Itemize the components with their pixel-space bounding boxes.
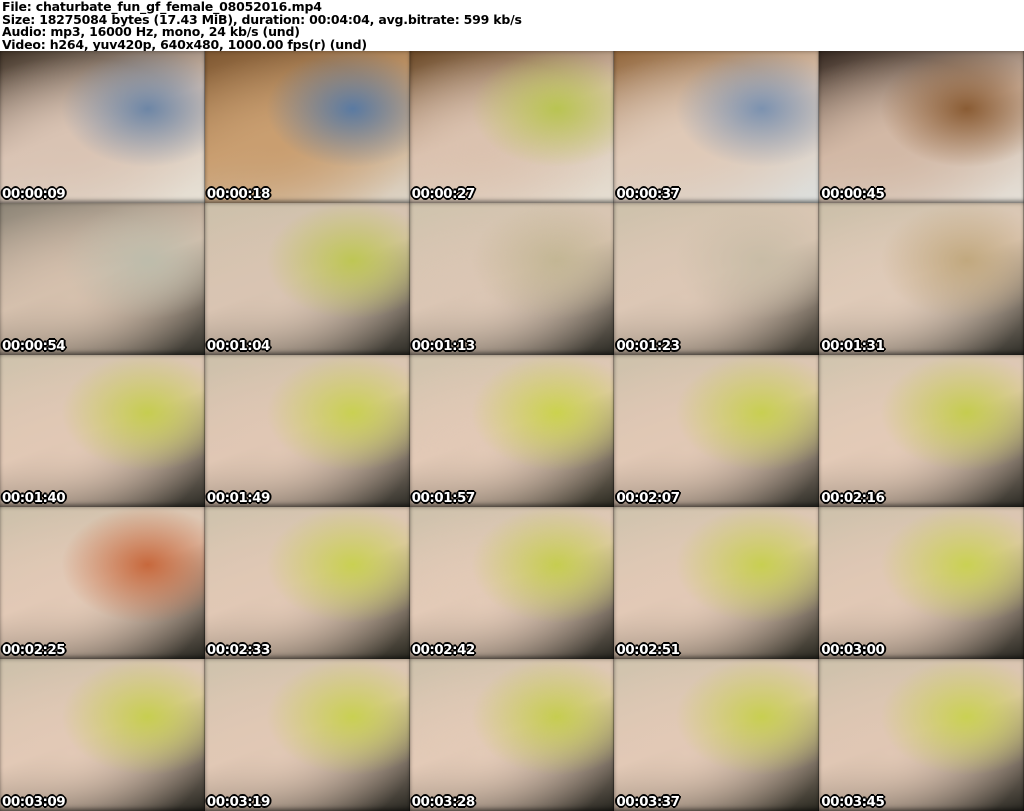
thumbnail-grid: 00:00:09 00:00:18 00:00:27 00:00:37 00:00:45…	[0, 51, 1024, 811]
video-frame-thumbnail: 00:02:42	[409, 507, 615, 659]
video-frame-thumbnail: 00:00:27	[409, 51, 615, 203]
video-frame-thumbnail: 00:00:18	[204, 51, 410, 203]
video-frame-thumbnail: 00:02:25	[0, 507, 205, 659]
video-frame-thumbnail: 00:03:09	[0, 659, 205, 811]
timestamp-overlay: 00:03:00	[821, 642, 885, 658]
timestamp-overlay: 00:02:07	[616, 490, 680, 506]
video-frame-thumbnail: 00:02:51	[614, 507, 820, 659]
video-info-line: Video: h264, yuv420p, 640x480, 1000.00 f…	[2, 36, 367, 52]
video-frame-thumbnail: 00:00:37	[614, 51, 820, 203]
timestamp-overlay: 00:00:54	[2, 338, 66, 354]
timestamp-overlay: 00:02:33	[206, 642, 271, 658]
video-frame-thumbnail: 00:01:23	[614, 203, 820, 355]
timestamp-overlay: 00:00:09	[2, 186, 66, 202]
timestamp-overlay: 00:01:13	[411, 338, 476, 354]
video-frame-thumbnail: 00:01:13	[409, 203, 615, 355]
timestamp-overlay: 00:00:18	[206, 186, 271, 202]
timestamp-overlay: 00:00:37	[616, 186, 680, 202]
timestamp-overlay: 00:02:16	[821, 490, 885, 506]
video-frame-thumbnail: 00:01:49	[204, 355, 410, 507]
timestamp-overlay: 00:02:42	[411, 642, 476, 658]
video-frame-thumbnail: 00:03:19	[204, 659, 410, 811]
video-frame-thumbnail: 00:00:54	[0, 203, 205, 355]
video-frame-thumbnail: 00:01:31	[819, 203, 1024, 355]
video-frame-thumbnail: 00:00:09	[0, 51, 205, 203]
video-frame-thumbnail: 00:03:00	[819, 507, 1024, 659]
timestamp-overlay: 00:03:45	[821, 794, 885, 810]
video-frame-thumbnail: 00:02:33	[204, 507, 410, 659]
file-info-header: File: chaturbate_fun_gf_female_08052016.…	[0, 0, 1024, 51]
video-frame-thumbnail: 00:03:28	[409, 659, 615, 811]
video-frame-thumbnail: 00:02:07	[614, 355, 820, 507]
timestamp-overlay: 00:02:25	[2, 642, 66, 658]
timestamp-overlay: 00:00:45	[821, 186, 885, 202]
video-frame-thumbnail: 00:00:45	[819, 51, 1024, 203]
timestamp-overlay: 00:02:51	[616, 642, 680, 658]
timestamp-overlay: 00:01:40	[2, 490, 66, 506]
timestamp-overlay: 00:01:23	[616, 338, 680, 354]
timestamp-overlay: 00:03:19	[206, 794, 271, 810]
timestamp-overlay: 00:03:37	[616, 794, 680, 810]
video-frame-thumbnail: 00:03:45	[819, 659, 1024, 811]
timestamp-overlay: 00:03:09	[2, 794, 66, 810]
video-frame-thumbnail: 00:01:57	[409, 355, 615, 507]
video-frame-thumbnail: 00:02:16	[819, 355, 1024, 507]
timestamp-overlay: 00:01:57	[411, 490, 476, 506]
video-contact-sheet: File: chaturbate_fun_gf_female_08052016.…	[0, 0, 1024, 811]
video-frame-thumbnail: 00:01:04	[204, 203, 410, 355]
video-frame-thumbnail: 00:01:40	[0, 355, 205, 507]
timestamp-overlay: 00:01:31	[821, 338, 885, 354]
timestamp-overlay: 00:03:28	[411, 794, 476, 810]
timestamp-overlay: 00:01:04	[206, 338, 271, 354]
video-frame-thumbnail: 00:03:37	[614, 659, 820, 811]
timestamp-overlay: 00:01:49	[206, 490, 271, 506]
timestamp-overlay: 00:00:27	[411, 186, 476, 202]
